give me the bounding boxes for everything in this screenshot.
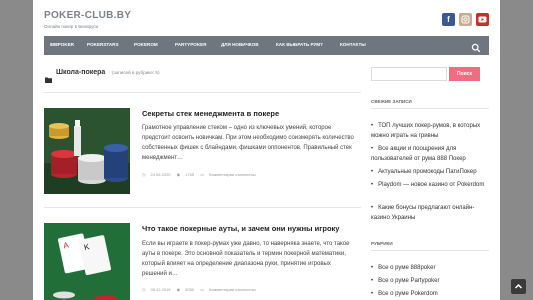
divider <box>44 207 361 208</box>
nav-item-choose-room[interactable]: КАК ВЫБРАТЬ РУМ? <box>276 42 323 47</box>
search-icon[interactable] <box>471 40 481 53</box>
chevron-up-icon[interactable] <box>511 279 526 294</box>
page: POKER-CLUB.BY Онлайн покер в Беларуси f … <box>33 0 500 300</box>
widget-divider <box>371 108 489 109</box>
comment-icon: ▭ <box>200 287 204 292</box>
rubric-link[interactable]: • Все о руме 888poker <box>371 263 493 273</box>
post-meta: ◷ 24.06.2020 ◉ 1765 ▭ Комментарии отключены <box>142 172 261 177</box>
nav-item-pokerstars[interactable]: POKERSTARS <box>87 42 119 47</box>
post-thumbnail[interactable]: A K <box>44 223 130 300</box>
rubrics-title: РУБРИКИ <box>371 241 393 246</box>
widget-divider <box>371 250 489 251</box>
rubric-link[interactable]: • Все о руме Pokerdom <box>371 289 493 299</box>
facebook-icon[interactable]: f <box>442 13 455 26</box>
recent-post-link[interactable]: • Актуальные промокоды ПатиПокер <box>371 167 493 177</box>
folder-icon <box>45 70 52 83</box>
post-date: 05.12.2019 <box>150 287 171 292</box>
post-excerpt: Если вы играете в покер-румах уже давно,… <box>142 241 350 277</box>
nav-item-partypoker[interactable]: PARTYPOKER <box>175 42 207 47</box>
nav-item-888poker[interactable]: 888POKER <box>50 42 74 47</box>
divider <box>44 92 361 93</box>
instagram-icon[interactable] <box>459 13 472 26</box>
post-meta: ◷ 05.12.2019 ◉ 3050 ▭ Комментарии отключены <box>142 287 261 292</box>
site-title[interactable]: POKER-CLUB.BY <box>44 10 131 21</box>
comment-icon: ▭ <box>200 172 204 177</box>
post-title-link[interactable]: Что такое покерные ауты, и зачем они нуж… <box>142 224 339 233</box>
sidebar-search-input[interactable] <box>371 67 447 81</box>
recent-post-link[interactable]: • Playdom — новое казино от Pokerdom <box>371 180 493 190</box>
calendar-icon: ◷ <box>142 172 146 177</box>
post-views: 1765 <box>185 172 195 177</box>
eye-icon: ◉ <box>176 172 181 177</box>
eye-icon: ◉ <box>176 287 181 292</box>
post-title-link[interactable]: Секреты стек менеджмента в покере <box>142 109 279 118</box>
nav-item-beginners[interactable]: ДЛЯ НОВИЧКОВ <box>221 42 259 47</box>
post-views: 3050 <box>185 287 195 292</box>
sidebar-search-button[interactable]: Поиск <box>449 67 480 81</box>
post-excerpt: Грамотное управление стеком – одно из кл… <box>142 125 354 161</box>
nav-item-pokerom[interactable]: POKEROM <box>134 42 158 47</box>
site-tagline: Онлайн покер в Беларуси <box>44 24 99 29</box>
youtube-icon[interactable] <box>476 13 489 26</box>
post-date: 24.06.2020 <box>150 172 171 177</box>
post-comments: Комментарии отключены <box>208 172 256 177</box>
archive-title: Школа-покера <box>56 69 106 76</box>
recent-post-link[interactable]: • Какие бонусы предлагают онлайн-казино У… <box>371 203 493 223</box>
recent-posts-title: СВЕЖИЕ ЗАПИСИ <box>371 99 412 104</box>
recent-post-link[interactable]: • ТОП лучших покер-румов, в которых можно… <box>371 121 493 141</box>
rubric-link[interactable]: • Все о руме Partypoker <box>371 276 493 286</box>
recent-post-link[interactable]: • Все акции и поощрения для пользователей… <box>371 144 493 164</box>
archive-count: (записей в рубрике: 5) <box>112 70 160 75</box>
calendar-icon: ◷ <box>142 287 146 292</box>
main-navbar: 888POKER POKERSTARS POKEROM PARTYPOKER Д… <box>44 36 489 55</box>
nav-item-contacts[interactable]: КОНТАКТЫ <box>340 42 366 47</box>
post-comments: Комментарии отключены <box>208 287 256 292</box>
post-thumbnail[interactable] <box>44 108 130 194</box>
